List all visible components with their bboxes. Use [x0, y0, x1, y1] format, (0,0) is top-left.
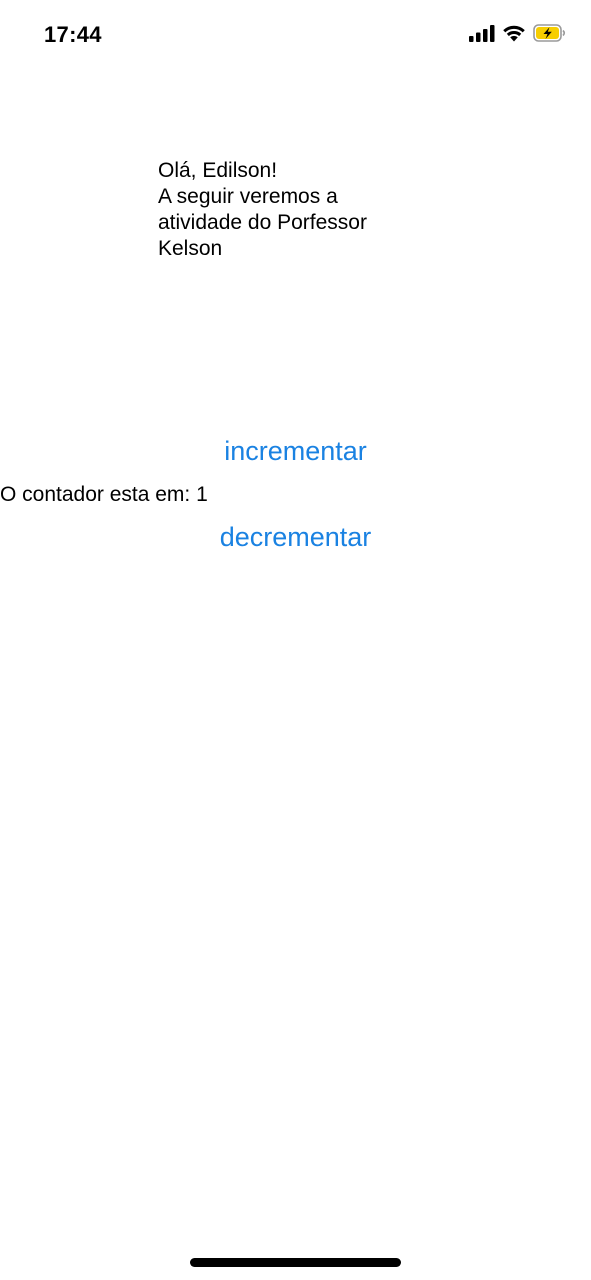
status-bar: 17:44: [0, 0, 591, 70]
counter-value: 1: [196, 483, 208, 506]
greeting-text: Olá, Edilson! A seguir veremos a ativida…: [158, 159, 367, 260]
decrement-button[interactable]: decrementar: [0, 520, 591, 554]
counter-label: O contador esta em:: [0, 483, 197, 506]
home-indicator[interactable]: [190, 1258, 401, 1267]
counter-display: O contador esta em: 1: [0, 482, 208, 508]
increment-button[interactable]: incrementar: [0, 434, 591, 468]
wifi-icon: [502, 24, 526, 42]
status-icons: [469, 24, 567, 42]
status-time: 17:44: [44, 22, 102, 47]
cellular-signal-icon: [469, 24, 495, 42]
battery-charging-icon: [533, 24, 567, 42]
